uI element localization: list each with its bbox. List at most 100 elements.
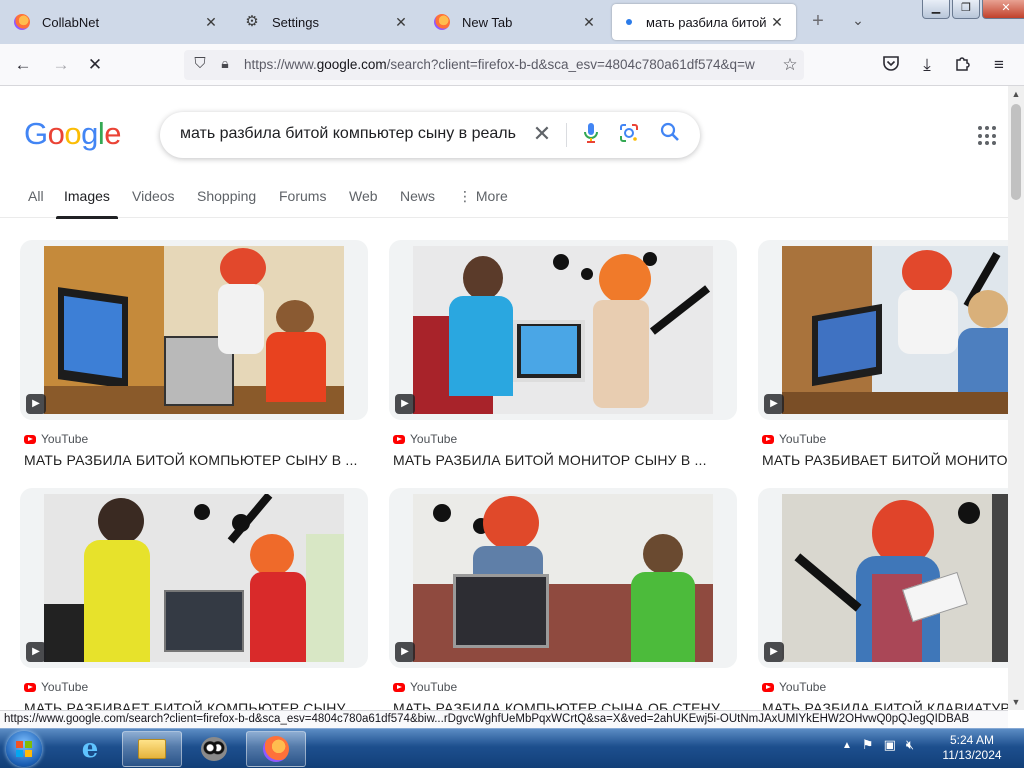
- result-source[interactable]: YouTube: [389, 432, 737, 446]
- search-submit-magnifier-icon[interactable]: [657, 122, 683, 148]
- forward-arrow-icon[interactable]: →: [50, 54, 72, 76]
- tab-collabnet[interactable]: CollabNet ✕: [4, 4, 230, 40]
- scroll-up-arrow-icon[interactable]: ▲: [1008, 86, 1024, 102]
- search-box[interactable]: мать разбила битой компьютер сыну в реал…: [160, 112, 700, 158]
- search-input[interactable]: мать разбила битой компьютер сыну в реал…: [180, 125, 522, 143]
- url-text[interactable]: https://www.google.com/search?client=fir…: [244, 57, 774, 72]
- page-vertical-scrollbar[interactable]: ▲ ▼: [1008, 86, 1024, 710]
- gear-icon: ⚙: [245, 13, 259, 30]
- tab-new-tab[interactable]: New Tab ✕: [424, 4, 608, 40]
- source-name: YouTube: [41, 432, 89, 446]
- google-logo[interactable]: Google: [24, 116, 122, 152]
- result-thumbnail[interactable]: ▶: [20, 240, 368, 420]
- hamburger-menu-icon[interactable]: ≡: [988, 54, 1010, 76]
- loading-dot-icon: [626, 19, 632, 25]
- taskbar-clock[interactable]: 5:24 AM 11/13/2024: [932, 733, 1012, 763]
- volume-muted-icon[interactable]: 🔇︎: [906, 737, 914, 755]
- voice-search-mic-icon[interactable]: [578, 122, 604, 148]
- window-close-icon[interactable]: ✕: [982, 0, 1024, 19]
- tab-images[interactable]: Images: [56, 188, 118, 219]
- start-button[interactable]: [6, 731, 42, 767]
- image-result-card[interactable]: ▶ YouTube МАТЬ РАЗБИВАЕТ БИТОЙ КОМПЬЮТЕР…: [20, 488, 368, 710]
- lock-icon[interactable]: 🔒︎: [216, 55, 234, 72]
- result-source[interactable]: YouTube: [20, 680, 368, 694]
- result-source[interactable]: YouTube: [389, 680, 737, 694]
- youtube-icon: [24, 434, 36, 444]
- result-source[interactable]: YouTube: [758, 432, 1008, 446]
- new-tab-plus-icon[interactable]: +: [806, 10, 830, 33]
- image-result-card[interactable]: ▶ YouTube МАТЬ РАЗБИЛА КОМПЬЮТЕР СЫНА ОБ…: [389, 488, 737, 710]
- navigation-toolbar: ← → ✕ ⛉ 🔒︎ https://www.google.com/search…: [0, 44, 1024, 86]
- action-center-flag-icon[interactable]: ⚑: [862, 737, 874, 755]
- tab-more[interactable]: ⋮ More: [458, 188, 508, 205]
- result-source[interactable]: YouTube: [20, 432, 368, 446]
- clock-time: 5:24 AM: [949, 733, 995, 747]
- result-title[interactable]: МАТЬ РАЗБИВАЕТ БИТОЙ МОНИТОР: [758, 452, 1008, 468]
- tab-news[interactable]: News: [400, 188, 435, 204]
- result-title[interactable]: МАТЬ РАЗБИВАЕТ БИТОЙ КОМПЬЮТЕР СЫНУ: [20, 700, 368, 710]
- tab-forums[interactable]: Forums: [279, 188, 326, 204]
- close-icon[interactable]: ✕: [202, 14, 220, 31]
- raccoon-app-taskbar-button[interactable]: [184, 731, 244, 767]
- result-title[interactable]: МАТЬ РАЗБИЛА БИТОЙ КЛАВИАТУРУ: [758, 700, 1008, 710]
- tab-shopping[interactable]: Shopping: [197, 188, 256, 204]
- internet-explorer-icon: e: [81, 734, 99, 764]
- internet-explorer-taskbar-button[interactable]: e: [60, 731, 120, 767]
- scroll-down-arrow-icon[interactable]: ▼: [1008, 694, 1024, 710]
- firefox-icon: [434, 14, 450, 30]
- window-controls: ▁ ❐ ✕: [922, 0, 1024, 19]
- result-title[interactable]: МАТЬ РАЗБИЛА КОМПЬЮТЕР СЫНА ОБ СТЕНУ: [389, 700, 737, 710]
- tab-all[interactable]: All: [28, 188, 44, 204]
- tracking-shield-icon[interactable]: ⛉: [190, 55, 210, 72]
- restore-icon[interactable]: ❐: [952, 0, 980, 19]
- image-result-card[interactable]: ▶ YouTube МАТЬ РАЗБИЛА БИТОЙ КЛАВИАТУРУ: [758, 488, 1008, 710]
- logo-letter: g: [81, 116, 98, 151]
- pocket-icon[interactable]: [880, 54, 902, 76]
- thumbnail-image: [782, 494, 1008, 662]
- clear-search-icon[interactable]: ✕: [530, 121, 554, 147]
- back-arrow-icon[interactable]: ←: [12, 54, 34, 76]
- tab-label: CollabNet: [42, 14, 100, 30]
- result-thumbnail[interactable]: ▶: [758, 240, 1008, 420]
- downloads-icon[interactable]: ⤓: [916, 54, 938, 76]
- youtube-icon: [393, 682, 405, 692]
- result-thumbnail[interactable]: ▶: [389, 240, 737, 420]
- extensions-puzzle-icon[interactable]: [952, 54, 974, 76]
- list-all-tabs-chevron-icon[interactable]: ⌄: [846, 12, 870, 29]
- youtube-icon: [762, 682, 774, 692]
- scrollbar-thumb[interactable]: [1011, 104, 1021, 200]
- result-title[interactable]: МАТЬ РАЗБИЛА БИТОЙ МОНИТОР СЫНУ В ...: [389, 452, 737, 468]
- image-result-card[interactable]: ▶ YouTube МАТЬ РАЗБИЛА БИТОЙ МОНИТОР СЫН…: [389, 240, 737, 468]
- google-apps-grid-icon[interactable]: [978, 126, 998, 146]
- network-icon[interactable]: ▣: [884, 737, 896, 755]
- result-thumbnail[interactable]: ▶: [389, 488, 737, 668]
- image-result-card[interactable]: ▶ YouTube МАТЬ РАЗБИЛА БИТОЙ КОМПЬЮТЕР С…: [20, 240, 368, 468]
- youtube-icon: [24, 682, 36, 692]
- source-name: YouTube: [410, 680, 458, 694]
- system-tray: ▲ ⚑ ▣ 🔇︎: [842, 737, 914, 755]
- thumbnail-image: [413, 494, 713, 662]
- result-thumbnail[interactable]: ▶: [20, 488, 368, 668]
- tab-google-search[interactable]: мать разбила битой ко ✕: [612, 4, 796, 40]
- close-icon[interactable]: ✕: [580, 14, 598, 31]
- tab-web[interactable]: Web: [349, 188, 378, 204]
- firefox-icon: [14, 14, 30, 30]
- thumbnail-image: [44, 246, 344, 414]
- result-source[interactable]: YouTube: [758, 680, 1008, 694]
- show-hidden-icons-chevron-icon[interactable]: ▲: [842, 737, 852, 755]
- minimize-icon[interactable]: ▁: [922, 0, 950, 19]
- url-path: /search?client=firefox-b-d&sca_esv=4804c…: [386, 57, 755, 72]
- result-title[interactable]: МАТЬ РАЗБИЛА БИТОЙ КОМПЬЮТЕР СЫНУ В ...: [20, 452, 368, 468]
- file-explorer-taskbar-button[interactable]: [122, 731, 182, 767]
- image-result-card[interactable]: ▶ YouTube МАТЬ РАЗБИВАЕТ БИТОЙ МОНИТОР: [758, 240, 1008, 468]
- bookmark-star-icon[interactable]: ☆: [780, 55, 800, 75]
- firefox-taskbar-button[interactable]: [246, 731, 306, 767]
- stop-loading-icon[interactable]: ✕: [84, 54, 106, 76]
- tab-videos[interactable]: Videos: [132, 188, 175, 204]
- tab-settings[interactable]: ⚙ Settings ✕: [234, 4, 420, 40]
- google-lens-camera-icon[interactable]: [616, 122, 642, 148]
- result-thumbnail[interactable]: ▶: [758, 488, 1008, 668]
- close-icon[interactable]: ✕: [768, 14, 786, 31]
- address-bar[interactable]: ⛉ 🔒︎ https://www.google.com/search?clien…: [184, 50, 804, 80]
- close-icon[interactable]: ✕: [392, 14, 410, 31]
